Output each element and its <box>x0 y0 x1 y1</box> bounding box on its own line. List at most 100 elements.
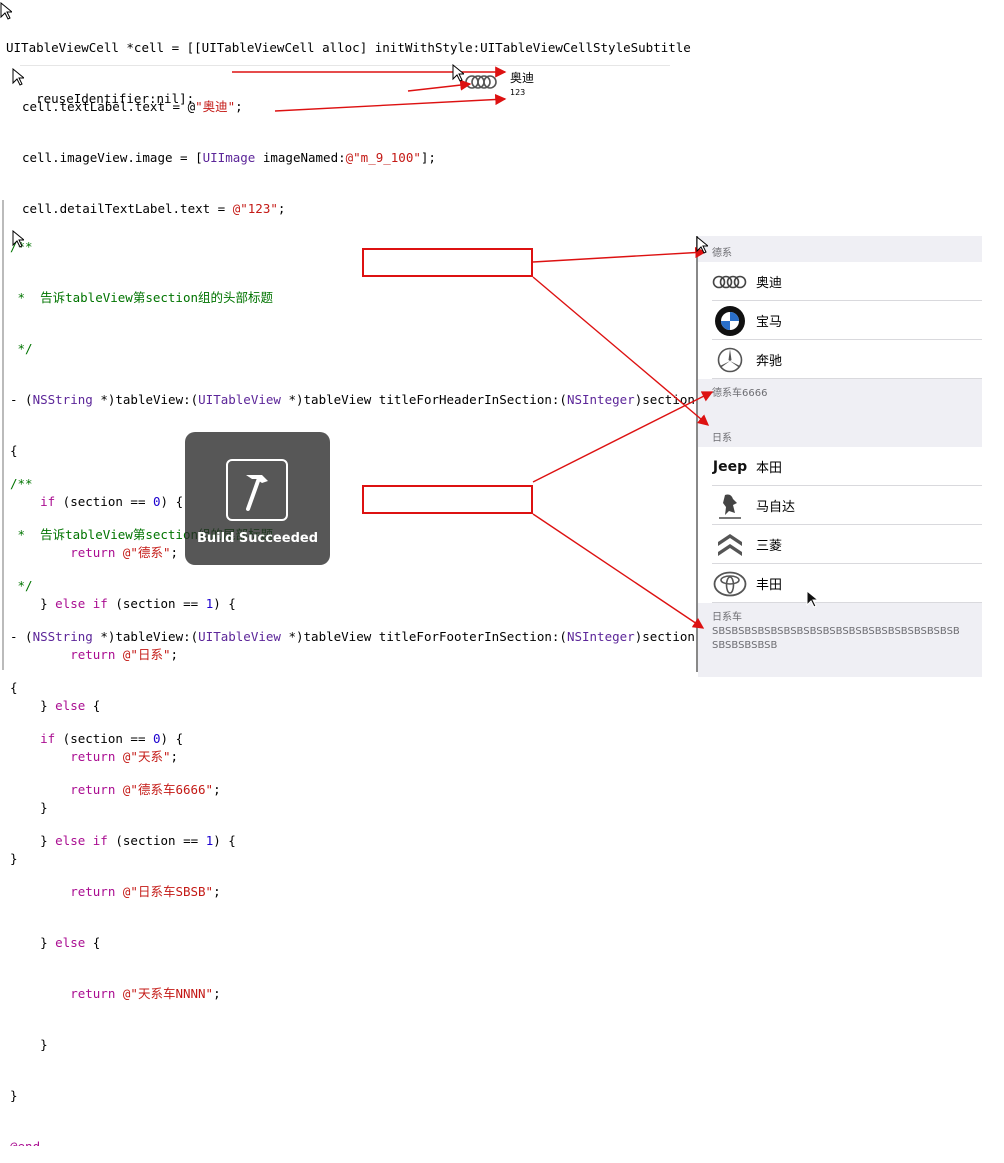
table-row[interactable]: 奔驰 <box>698 340 982 379</box>
class-name: NSInteger <box>566 392 635 407</box>
mouse-cursor-icon <box>696 236 708 254</box>
code-text: cell.imageView.image = [ <box>22 150 203 165</box>
table-row[interactable]: Jeep 本田 <box>698 447 982 486</box>
class-name: NSInteger <box>566 629 635 644</box>
citroen-logo-icon <box>710 530 750 560</box>
code-text: ; <box>235 99 243 114</box>
header-method-highlight <box>362 248 533 277</box>
code-line: return @"德系车6666"; <box>10 781 695 798</box>
string-literal: @"德系车6666" <box>122 782 214 797</box>
section-header-japanese: 日系 <box>698 423 982 447</box>
code-text: ; <box>213 782 221 797</box>
class-name: NSString <box>32 629 93 644</box>
code-text: cell.textLabel.text = @ <box>22 99 196 114</box>
audi-logo-icon <box>710 275 750 289</box>
code-text: imageNamed: <box>255 150 346 165</box>
keyword: else if <box>55 833 108 848</box>
table-row[interactable]: 马自达 <box>698 486 982 525</box>
code-text: *)tableView:( <box>92 629 199 644</box>
code-text: ) { <box>213 833 236 848</box>
row-label: 奔驰 <box>756 354 783 369</box>
code-text: ; <box>213 884 221 899</box>
code-text: (section == <box>107 833 206 848</box>
code-line: { <box>10 680 18 695</box>
code-line: } <box>10 1088 18 1103</box>
code-text: - ( <box>10 629 33 644</box>
section-gap <box>698 405 982 423</box>
table-row[interactable]: 三菱 <box>698 525 982 564</box>
string-literal: @"m_9_100" <box>345 150 421 165</box>
code-text: *)tableView <box>280 392 379 407</box>
code-line: return @"日系车SBSB"; <box>10 883 695 900</box>
doc-comment: /** <box>10 476 33 491</box>
mouse-cursor-icon <box>12 230 24 248</box>
keyword: return <box>10 782 123 797</box>
code-text: } <box>10 833 56 848</box>
code-line: } else { <box>10 934 695 951</box>
preview-cell: 奥迪 123 <box>462 68 542 102</box>
editor-left-border <box>2 200 4 670</box>
number-literal: 1 <box>205 833 214 848</box>
method-signature: - (NSString *)tableView:(UITableView *)t… <box>10 628 695 645</box>
table-row[interactable]: 宝马 <box>698 301 982 340</box>
code-line: } else if (section == 1) { <box>10 832 695 849</box>
keyword: return <box>10 986 123 1001</box>
keyword: else <box>55 935 86 950</box>
preview-title: 奥迪 <box>510 71 535 85</box>
mouse-cursor-icon <box>806 590 818 608</box>
code-line: cell.imageView.image = [UIImage imageNam… <box>22 149 436 166</box>
build-succeeded-toast: Build Succeeded <box>185 432 330 565</box>
hammer-icon <box>226 459 288 521</box>
class-name: UITableView <box>198 392 281 407</box>
code-line: return @"天系车NNNN"; <box>10 985 695 1002</box>
method-signature: - (NSString *)tableView:(UITableView *)t… <box>10 391 695 408</box>
code-text: ; <box>213 986 221 1001</box>
code-text: :( <box>551 392 567 407</box>
row-label: 三菱 <box>756 539 783 554</box>
string-literal: @"天系车NNNN" <box>122 986 214 1001</box>
code-text: )section <box>634 392 695 407</box>
mouse-cursor-icon <box>12 68 24 86</box>
keyword: return <box>10 884 123 899</box>
code-line: UITableViewCell *cell = [[UITableViewCel… <box>6 39 691 56</box>
mercedes-logo-icon <box>710 347 750 373</box>
row-label: 丰田 <box>756 578 783 593</box>
row-label: 宝马 <box>756 315 783 330</box>
code-text: *)tableView:( <box>92 392 199 407</box>
mouse-cursor-icon <box>0 2 12 20</box>
bmw-logo-icon <box>710 305 750 337</box>
row-label: 本田 <box>756 461 783 476</box>
code-text: )section <box>634 629 695 644</box>
simulator-table-view[interactable]: 德系 奥迪 宝马 奔驰 德系车6666 日系 Jeep 本田 马自达 三菱 丰田… <box>696 236 982 677</box>
doc-comment: * 告诉tableView第section组的头部标题 <box>10 290 274 305</box>
table-row[interactable]: 丰田 <box>698 564 982 603</box>
code-text: } <box>10 935 56 950</box>
footer-method-highlight <box>362 485 533 514</box>
code-line: cell.textLabel.text = @"奥迪"; <box>22 98 436 115</box>
code-text: :( <box>551 629 567 644</box>
keyword: if <box>10 731 56 746</box>
row-label: 马自达 <box>756 500 796 515</box>
section-footer-japanese: 日系车 SBSBSBSBSBSBSBSBSBSBSBSBSBSBSBSBSBSB… <box>698 603 982 677</box>
doc-comment: */ <box>10 578 33 593</box>
number-literal: 0 <box>153 731 161 746</box>
code-line: if (section == 0) { <box>10 730 695 747</box>
code-text: *)tableView <box>280 629 379 644</box>
end-directive: @end <box>10 1138 695 1146</box>
code-text: UITableViewCell *cell = [[UITableViewCel… <box>6 40 691 55</box>
class-name: NSString <box>32 392 93 407</box>
code-line: } <box>10 1037 48 1052</box>
method-name-header: titleForHeaderInSection <box>378 392 552 407</box>
class-name: UIImage <box>202 150 256 165</box>
code-text: - ( <box>10 392 33 407</box>
mouse-cursor-icon <box>452 64 464 82</box>
table-row[interactable]: 奥迪 <box>698 262 982 301</box>
doc-comment: * 告诉tableView第section组的尾部标题 <box>10 527 274 542</box>
toast-label: Build Succeeded <box>197 531 318 546</box>
doc-comment: /** <box>10 238 695 255</box>
footer-method-block: /** * 告诉tableView第section组的尾部标题 */ - (NS… <box>10 441 695 1163</box>
preview-detail: 123 <box>510 88 526 97</box>
string-literal: @"日系车SBSB" <box>122 884 214 899</box>
peugeot-logo-icon <box>710 491 750 521</box>
code-text: ]; <box>420 150 436 165</box>
